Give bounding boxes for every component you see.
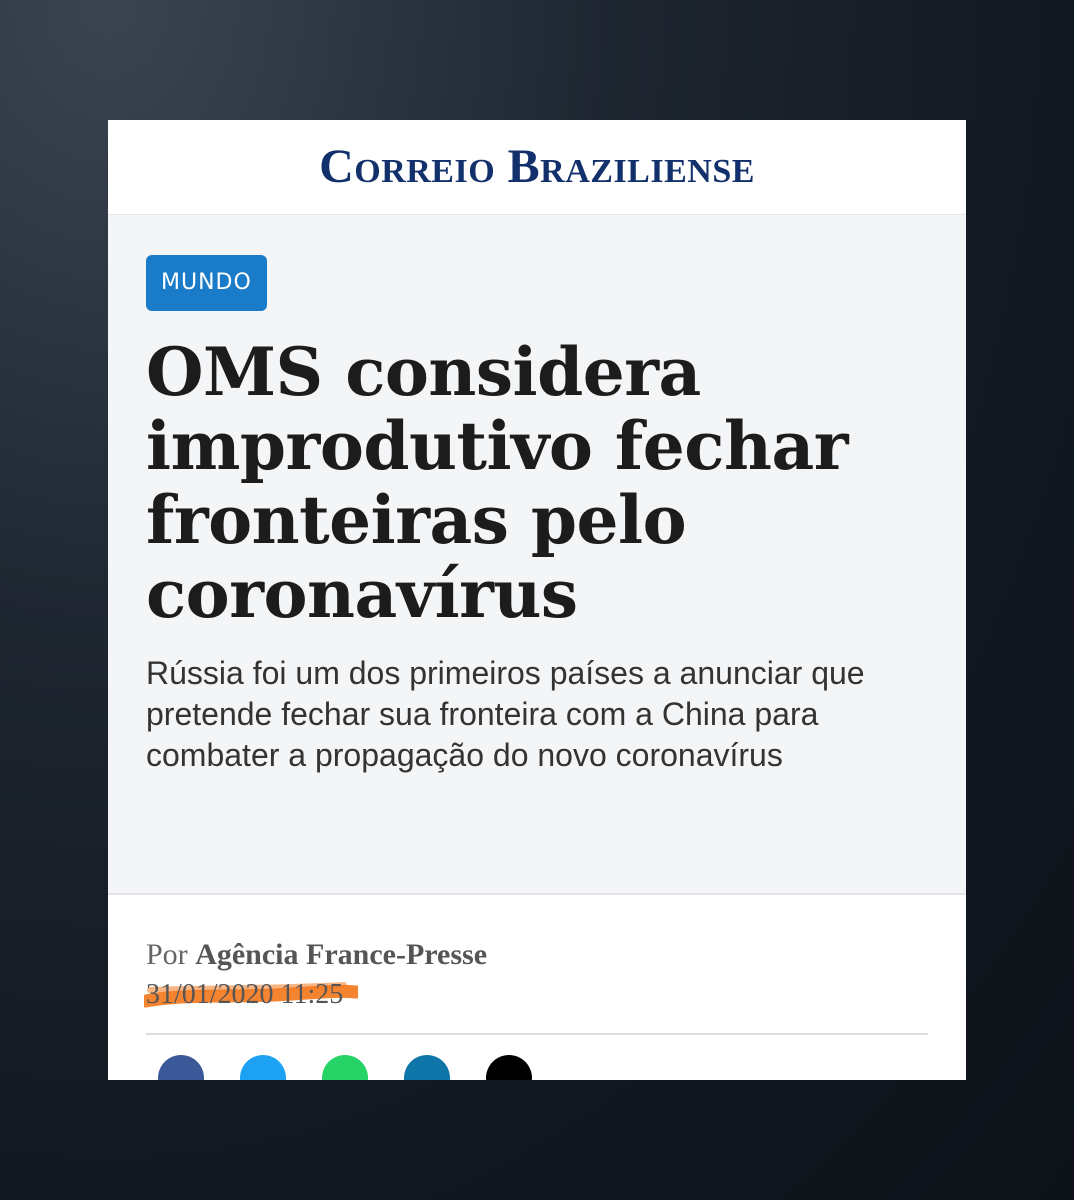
category-badge[interactable]: MUNDO bbox=[146, 255, 267, 311]
byline: Por Agência France-Presse bbox=[146, 935, 928, 975]
article-meta: Por Agência France-Presse 31/01/2020 11:… bbox=[108, 895, 966, 1080]
twitter-icon[interactable] bbox=[240, 1055, 286, 1080]
date-container: 31/01/2020 11:25 bbox=[144, 977, 358, 1013]
article-card: Correio Braziliense MUNDO OMS considera … bbox=[108, 120, 966, 1080]
site-logo[interactable]: Correio Braziliense bbox=[319, 143, 755, 191]
masthead: Correio Braziliense bbox=[108, 120, 966, 215]
author-name[interactable]: Agência France-Presse bbox=[195, 938, 487, 971]
linkedin-icon[interactable] bbox=[404, 1055, 450, 1080]
publish-datetime: 31/01/2020 11:25 bbox=[146, 979, 344, 1010]
article-headline: OMS considera improdutivo fechar frontei… bbox=[146, 333, 848, 633]
whatsapp-icon[interactable] bbox=[322, 1055, 368, 1080]
article-lead: MUNDO OMS considera improdutivo fechar f… bbox=[108, 215, 966, 895]
byline-prefix: Por bbox=[146, 938, 188, 971]
facebook-icon[interactable] bbox=[158, 1055, 204, 1080]
threads-icon[interactable] bbox=[486, 1055, 532, 1080]
article-subheadline: Rússia foi um dos primeiros países a anu… bbox=[146, 655, 865, 773]
share-buttons bbox=[146, 1035, 928, 1080]
